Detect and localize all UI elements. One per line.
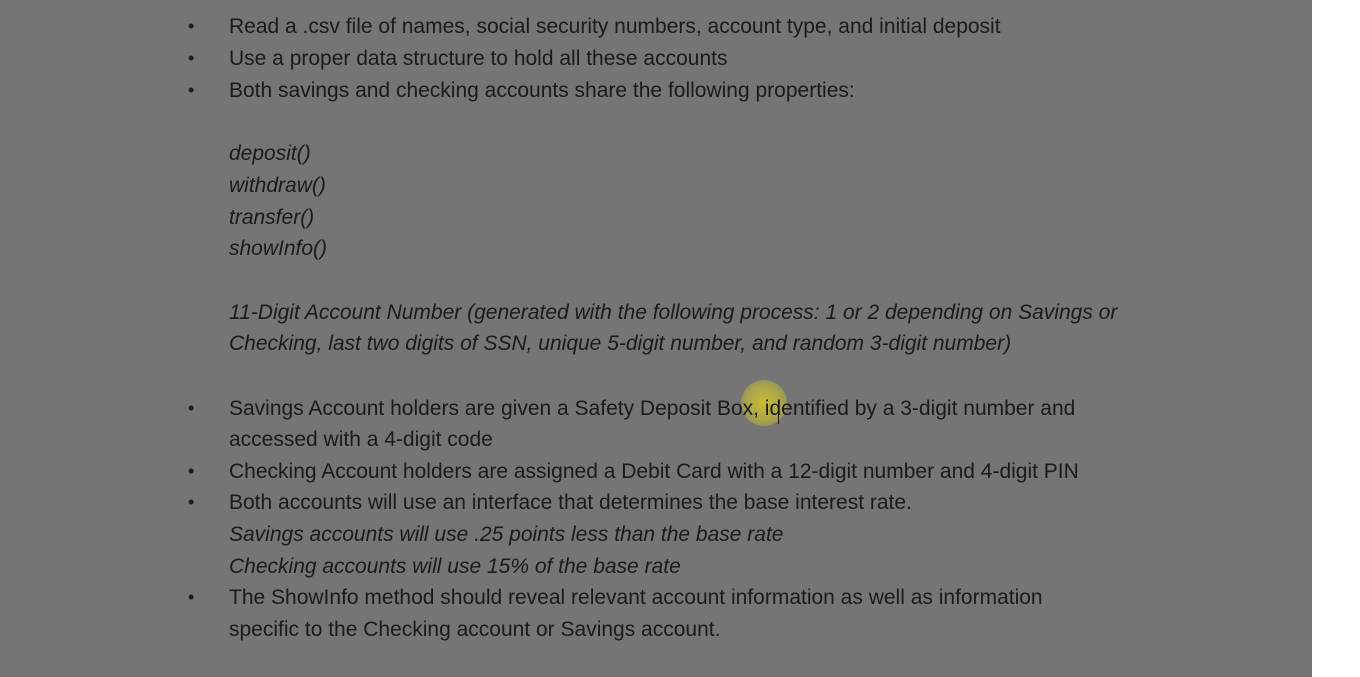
- right-margin: [1312, 0, 1360, 677]
- method-name: showInfo(): [229, 237, 328, 260]
- list-item: Both accounts will use an interface that…: [229, 491, 912, 514]
- account-number-text: 11-Digit Account Number (generated with …: [229, 301, 1118, 324]
- bullet-icon: •: [188, 398, 195, 418]
- list-item: Savings Account holders are given a Safe…: [229, 397, 1076, 420]
- list-item-continuation: specific to the Checking account or Savi…: [229, 618, 721, 641]
- interest-detail: Savings accounts will use .25 points les…: [229, 523, 784, 546]
- bullet-icon: •: [188, 80, 195, 100]
- bullet-icon: •: [188, 48, 195, 68]
- bullet-icon: •: [188, 492, 195, 512]
- account-number-text: Checking, last two digits of SSN, unique…: [229, 332, 1012, 355]
- method-name: deposit(): [229, 142, 311, 165]
- interest-detail: Checking accounts will use 15% of the ba…: [229, 555, 681, 578]
- bullet-icon: •: [188, 16, 195, 36]
- bullet-icon: •: [188, 461, 195, 481]
- text-cursor-icon: [778, 408, 781, 424]
- list-item: Both savings and checking accounts share…: [229, 79, 855, 102]
- list-item: Checking Account holders are assigned a …: [229, 460, 1079, 483]
- bullet-icon: •: [188, 587, 195, 607]
- list-item: The ShowInfo method should reveal releva…: [229, 586, 1043, 609]
- method-name: withdraw(): [229, 174, 326, 197]
- list-item-continuation: accessed with a 4-digit code: [229, 428, 493, 451]
- method-name: transfer(): [229, 206, 315, 229]
- list-item: Use a proper data structure to hold all …: [229, 47, 728, 70]
- list-item: Read a .csv file of names, social securi…: [229, 15, 1001, 38]
